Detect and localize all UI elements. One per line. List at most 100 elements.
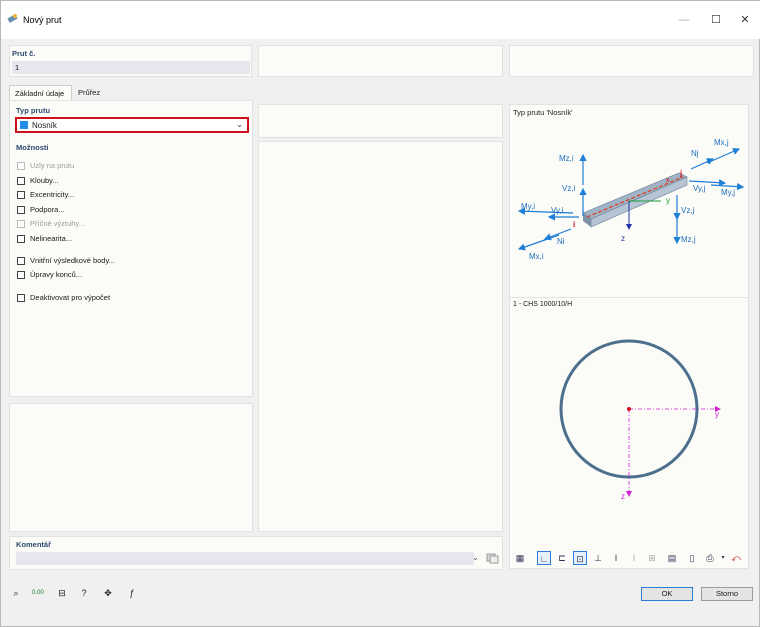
option-label: Příčné výztuhy... [30,219,85,228]
stress-points-icon[interactable]: ⊞ [645,551,659,565]
label-myj: My,j [721,188,736,197]
axes-icon[interactable]: ⊡ [573,551,587,565]
checkbox[interactable] [17,176,25,185]
member-type-label: Typ prutu [16,106,51,115]
vyj-arrow [688,179,727,187]
comment-copy-icon[interactable] [485,552,499,564]
pick-icon[interactable]: ✥ [101,586,115,600]
option-label: Podpora... [30,205,65,214]
option-label: Excentricity... [30,190,75,199]
label-mxj: Mx,j [714,138,729,147]
member-type-value: Nosník [32,120,57,130]
centroid-icon[interactable]: ⊥ [591,551,605,565]
member-number-panel: Prut č. 1 [9,45,252,77]
grid-icon[interactable]: ▤ [665,551,679,565]
option-result-points[interactable]: Vnitřní výsledkové body... [17,255,115,266]
top-right-panel [509,45,754,77]
label-axis-y: y [666,196,670,205]
myi-arrow [517,207,574,215]
left-lower-panel [9,403,253,532]
option-nonlinearity[interactable]: Nelinearita... [17,233,72,244]
middle-panel [258,141,503,532]
label-myi: My,i [521,202,536,211]
option-stiffeners[interactable]: Příčné výztuhy... [17,218,85,229]
checkbox[interactable] [17,256,25,265]
checkbox[interactable] [17,234,25,243]
member-type-select[interactable]: Nosník ⌄ [15,117,249,133]
units-icon[interactable]: 0.00 [31,586,45,600]
tab-basic[interactable]: Základní údaje [9,85,72,100]
title-bar: Nový prut — ☐ ✕ [1,1,760,39]
ruler-icon[interactable]: ▯ [685,551,699,565]
member-number-label: Prut č. [12,49,36,58]
label-vzi: Vz,i [562,184,576,193]
label-nj: Nj [691,149,699,158]
cancel-button[interactable]: Storno [701,587,753,601]
label-mzi: Mz,i [559,154,574,163]
table-icon[interactable]: ⊟ [55,586,69,600]
label-ni: Ni [557,237,565,246]
option-label: Klouby... [30,176,59,185]
comment-label: Komentář [16,540,52,549]
comment-input[interactable] [16,552,474,565]
tab-section[interactable]: Průřez [73,85,111,100]
app-icon [7,13,18,24]
options-panel: Typ prutu Možnosti [9,100,253,397]
myj-arrow [710,183,745,191]
print-icon[interactable]: ⎙ [703,551,717,565]
option-eccentricities[interactable]: Excentricity... [17,189,74,200]
beam-web [590,176,688,228]
option-support[interactable]: Podpora... [17,204,65,215]
label-axis-x: x [666,177,670,184]
section-dimension-icon[interactable]: ⊏ [555,551,569,565]
section-centroid [627,407,631,411]
i-section-alt-icon[interactable]: I [627,551,641,565]
nj-arrow [690,158,715,170]
label-mzj: Mz,j [681,235,696,244]
print-dropdown-icon[interactable]: ▾ [716,551,730,565]
member-number-field[interactable]: 1 [12,61,250,74]
help-icon[interactable]: ? [77,586,91,600]
section-title: 1 - CHS 1000/10/H [513,301,573,308]
checkbox[interactable] [17,190,25,199]
label-vzj: Vz,j [681,206,695,215]
member-type-preview-title: Typ prutu 'Nosník' [513,108,573,117]
option-end-modifications[interactable]: Úpravy konců... [17,269,82,280]
formula-icon[interactable]: ƒ [125,586,139,600]
checkbox[interactable] [17,161,25,170]
beam-forces-diagram [517,148,745,251]
render-icon[interactable]: ▦ [513,551,527,565]
section-z-arrowhead [626,491,632,497]
reset-view-icon[interactable]: ⤺ [729,551,743,565]
label-vyj: Vy,j [693,184,706,193]
minimize-button[interactable]: — [671,11,697,29]
option-label: Nelinearita... [30,234,73,243]
option-hinges[interactable]: Klouby... [17,175,59,186]
section-y-label: y [715,410,719,419]
chevron-down-icon: ⌄ [236,120,243,129]
option-deactivate[interactable]: Deaktivovat pro výpočet [17,292,110,303]
mxj-arrow [706,148,741,164]
checkbox[interactable] [17,219,25,228]
checkbox[interactable] [17,293,25,302]
option-nodes-on-member[interactable]: Uzly na prutu [17,160,74,171]
section-z-label: z [621,492,625,501]
i-section-icon[interactable]: I [609,551,623,565]
label-vyi: Vy,i [551,206,564,215]
section-outline-icon[interactable]: ∟ [537,551,551,565]
top-middle-panel [258,45,503,77]
maximize-button[interactable]: ☐ [703,11,729,29]
search-icon[interactable]: ⌕ [9,586,23,600]
comment-dropdown-icon[interactable]: ⌄ [472,553,479,562]
label-node-j: j [680,169,683,178]
checkbox[interactable] [17,270,25,279]
close-button[interactable]: ✕ [732,11,758,29]
options-label: Možnosti [16,143,49,152]
mxi-arrow [517,234,560,251]
ok-button[interactable]: OK [641,587,693,601]
option-label: Úpravy konců... [30,270,83,279]
option-label: Uzly na prutu [30,161,75,170]
middle-top-panel [258,104,503,138]
checkbox[interactable] [17,205,25,214]
window-title: Nový prut [23,15,62,25]
